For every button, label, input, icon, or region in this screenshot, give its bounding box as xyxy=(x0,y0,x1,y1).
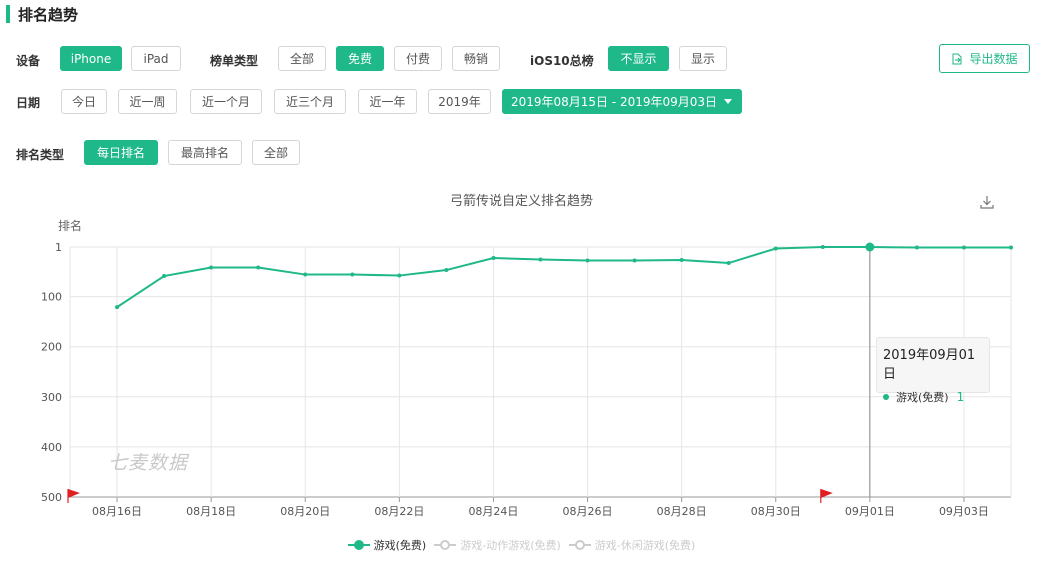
tooltip-series-dot xyxy=(883,394,889,400)
x-tick-label: 08月22日 xyxy=(374,505,424,518)
legend-label: 游戏(免费) xyxy=(373,539,427,552)
data-point[interactable] xyxy=(397,273,402,278)
data-point[interactable] xyxy=(256,265,261,270)
legend-swatch xyxy=(568,540,591,550)
data-point[interactable] xyxy=(209,265,214,270)
y-axis-label: 排名 xyxy=(58,218,82,233)
data-point[interactable] xyxy=(162,274,167,279)
highlighted-data-point[interactable] xyxy=(865,242,875,252)
legend-item[interactable]: 游戏-休闲游戏(免费) xyxy=(568,537,696,553)
data-point[interactable] xyxy=(585,258,590,263)
legend-label: 游戏-休闲游戏(免费) xyxy=(594,539,696,552)
tooltip-value: 1 xyxy=(956,390,965,404)
data-point[interactable] xyxy=(914,245,919,250)
legend-item[interactable]: 游戏(免费) xyxy=(347,537,427,553)
legend-label: 游戏-动作游戏(免费) xyxy=(460,539,561,552)
data-point[interactable] xyxy=(303,272,308,277)
data-point[interactable] xyxy=(773,246,778,251)
flag-icon[interactable] xyxy=(820,489,833,503)
y-tick-label: 500 xyxy=(41,491,62,504)
data-point[interactable] xyxy=(350,272,355,277)
series-line xyxy=(116,246,1011,308)
data-point[interactable] xyxy=(961,245,966,250)
data-point[interactable] xyxy=(679,258,684,263)
x-tick-label: 08月20日 xyxy=(280,505,330,518)
y-tick-label: 400 xyxy=(41,441,62,454)
flag-icon[interactable] xyxy=(67,489,80,503)
data-point[interactable] xyxy=(726,261,731,266)
y-tick-label: 300 xyxy=(41,391,62,404)
y-tick-label: 1 xyxy=(55,241,62,254)
y-tick-label: 100 xyxy=(41,291,62,304)
x-tick-label: 08月26日 xyxy=(563,505,613,518)
tooltip-date: 2019年09月01日 xyxy=(883,348,976,382)
chart-legend: 游戏(免费) 游戏-动作游戏(免费) 游戏-休闲游戏(免费) xyxy=(0,537,1043,553)
x-tick-label: 08月16日 xyxy=(92,505,142,518)
legend-item[interactable]: 游戏-动作游戏(免费) xyxy=(434,537,561,553)
data-point[interactable] xyxy=(1009,245,1013,250)
data-point[interactable] xyxy=(538,257,543,262)
rank-trend-chart: 1 100 200 300 400 500 08月16日 08月18日 08月20日 08月22… xyxy=(41,218,1013,518)
data-point[interactable] xyxy=(115,305,120,310)
data-point[interactable] xyxy=(444,268,449,273)
watermark: 七麦数据 xyxy=(108,452,189,474)
data-point[interactable] xyxy=(632,258,637,263)
x-tick-label: 09月01日 xyxy=(845,505,895,518)
tooltip-series-name: 游戏(免费) xyxy=(896,391,949,404)
legend-swatch xyxy=(347,540,370,550)
legend-swatch xyxy=(434,540,457,550)
x-tick-label: 08月30日 xyxy=(751,505,801,518)
x-tick-label: 08月24日 xyxy=(468,505,518,518)
x-tick-label: 08月18日 xyxy=(186,505,236,518)
data-point[interactable] xyxy=(491,256,496,261)
y-tick-label: 200 xyxy=(41,341,62,354)
data-point[interactable] xyxy=(820,245,825,249)
x-tick-label: 09月03日 xyxy=(939,505,989,518)
x-tick-label: 08月28日 xyxy=(657,505,707,518)
chart-tooltip: 2019年09月01日 游戏(免费) 1 xyxy=(876,337,990,404)
